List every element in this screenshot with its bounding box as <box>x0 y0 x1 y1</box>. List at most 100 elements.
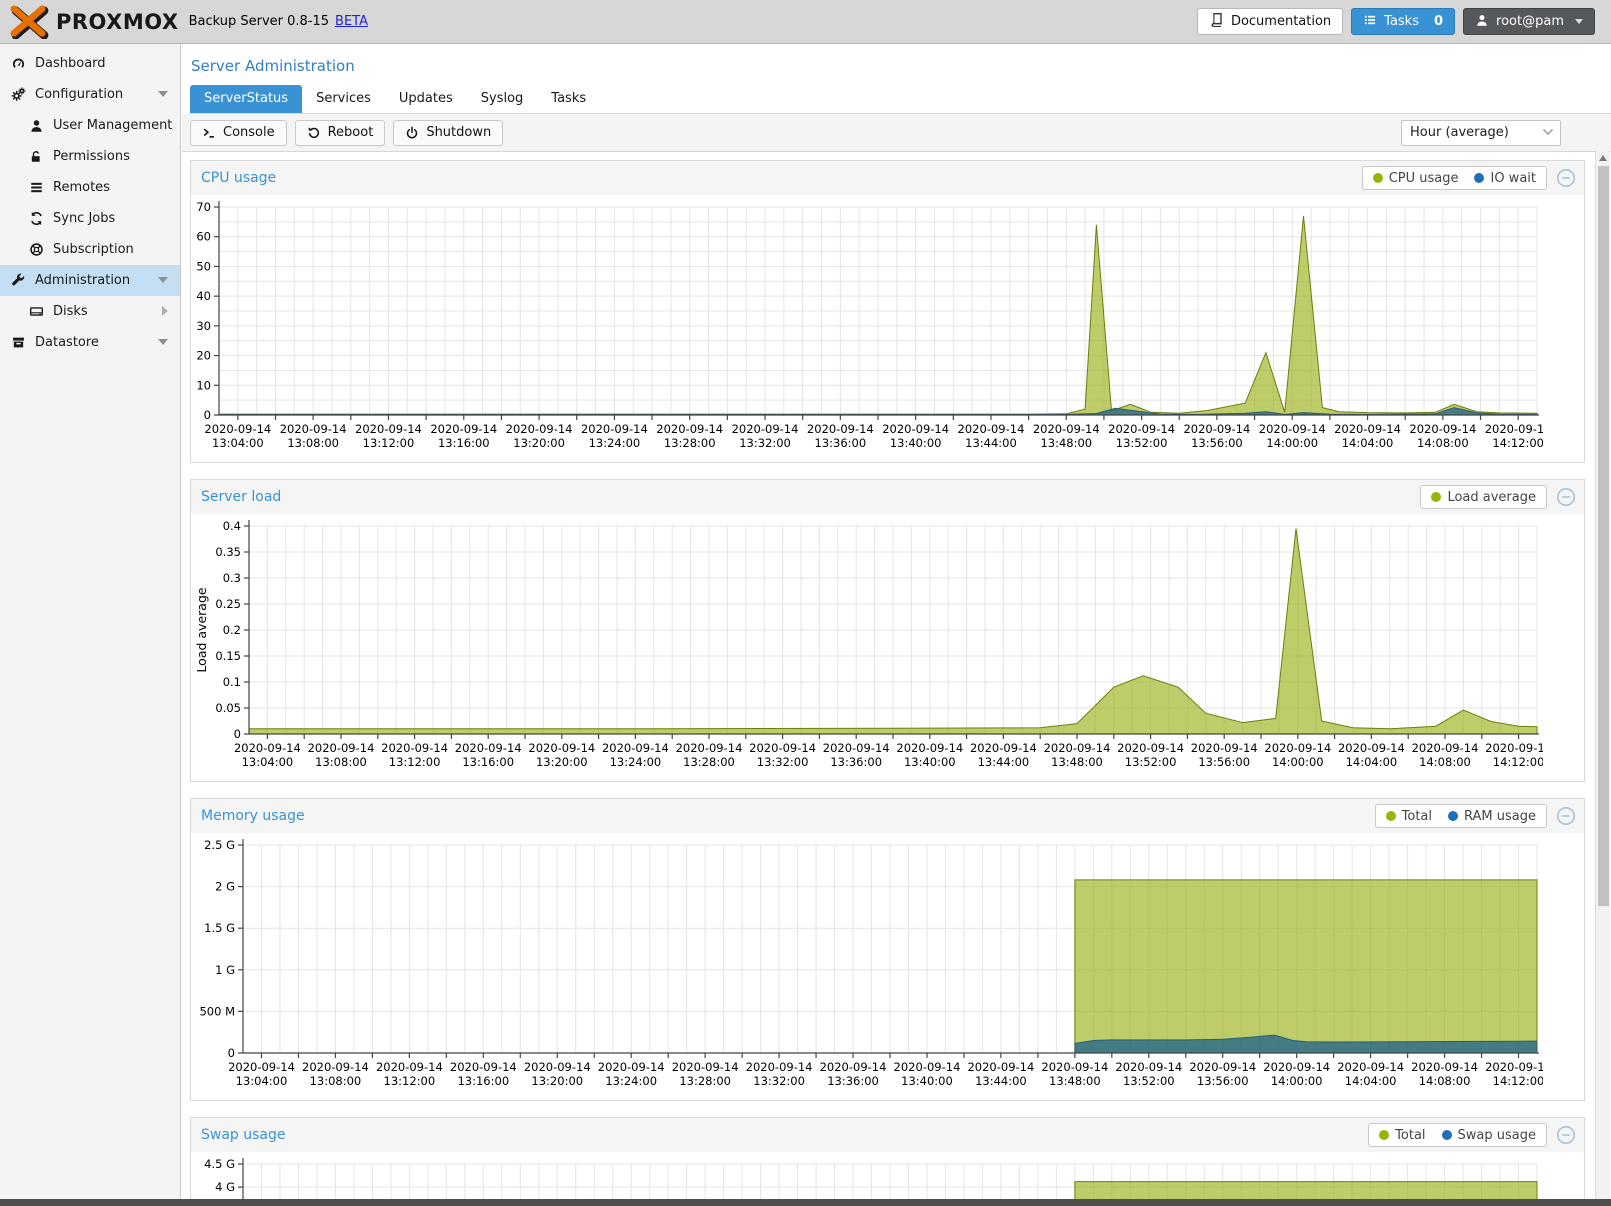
svg-text:2020-09-14: 2020-09-14 <box>1189 1060 1256 1074</box>
svg-text:2020-09-14: 2020-09-14 <box>204 422 271 436</box>
svg-text:2020-09-14: 2020-09-14 <box>1259 422 1326 436</box>
sidebar-item-sync-jobs[interactable]: Sync Jobs <box>0 203 180 234</box>
svg-text:2020-09-14: 2020-09-14 <box>749 741 816 755</box>
scrollbar-thumb[interactable] <box>1598 166 1609 906</box>
svg-text:13:04:00: 13:04:00 <box>212 436 264 450</box>
vertical-scrollbar[interactable] <box>1595 150 1610 1199</box>
svg-text:2020-09-14: 2020-09-14 <box>1183 422 1250 436</box>
chevron-right-icon[interactable] <box>162 306 168 316</box>
svg-text:13:24:00: 13:24:00 <box>589 436 641 450</box>
scroll-up-arrow-icon[interactable] <box>1599 155 1607 161</box>
svg-text:0.1: 0.1 <box>223 675 241 689</box>
sidebar-item-administration[interactable]: Administration <box>0 265 180 296</box>
tab-updates[interactable]: Updates <box>385 85 467 113</box>
disk-icon <box>28 304 45 319</box>
legend-item-load-average[interactable]: Load average <box>1431 490 1536 505</box>
svg-text:2020-09-14: 2020-09-14 <box>746 1060 813 1074</box>
legend-dot-icon <box>1431 492 1441 502</box>
panel-body: 0102030405060702020-09-1413:04:002020-09… <box>191 195 1584 462</box>
svg-text:2020-09-14: 2020-09-14 <box>894 1060 961 1074</box>
power-icon <box>405 126 419 140</box>
panel-title: Swap usage <box>201 1127 286 1143</box>
panel-memory-usage: Memory usageTotalRAM usage0500 M1 G1.5 G… <box>190 798 1585 1101</box>
tab-serverstatus[interactable]: ServerStatus <box>190 85 302 113</box>
reboot-button[interactable]: Reboot <box>295 120 386 146</box>
timeframe-select[interactable]: Hour (average) <box>1401 120 1561 146</box>
chevron-down-icon <box>1542 125 1554 140</box>
svg-text:13:56:00: 13:56:00 <box>1191 436 1243 450</box>
panel-header: CPU usageCPU usage IO wait <box>191 161 1584 195</box>
tasks-count-badge: 0 <box>1434 14 1443 29</box>
collapse-panel-button[interactable] <box>1556 806 1576 826</box>
legend-item-total[interactable]: Total <box>1379 1128 1425 1143</box>
console-button[interactable]: Console <box>190 120 287 146</box>
remotes-icon <box>28 180 45 195</box>
chevron-down-icon[interactable] <box>158 339 168 345</box>
svg-text:13:12:00: 13:12:00 <box>389 755 441 769</box>
tab-syslog[interactable]: Syslog <box>467 85 538 113</box>
svg-text:0: 0 <box>204 408 211 422</box>
svg-text:2020-09-14: 2020-09-14 <box>1263 1060 1330 1074</box>
legend-item-swap-usage[interactable]: Swap usage <box>1442 1128 1536 1143</box>
svg-text:20: 20 <box>196 349 211 363</box>
legend-item-io-wait[interactable]: IO wait <box>1474 171 1536 186</box>
sidebar-item-label: User Management <box>53 118 172 133</box>
main-area: Server Administration ServerStatusServic… <box>182 44 1611 1199</box>
svg-text:13:04:00: 13:04:00 <box>236 1074 288 1088</box>
svg-text:2020-09-14: 2020-09-14 <box>896 741 963 755</box>
chart-legend: CPU usage IO wait <box>1362 166 1547 190</box>
sidebar-item-label: Disks <box>53 304 88 319</box>
sidebar-item-user-management[interactable]: User Management <box>0 110 180 141</box>
legend-item-ram-usage[interactable]: RAM usage <box>1448 809 1536 824</box>
svg-text:13:12:00: 13:12:00 <box>363 436 415 450</box>
svg-text:14:12:00: 14:12:00 <box>1492 436 1543 450</box>
sidebar-item-disks[interactable]: Disks <box>0 296 180 327</box>
collapse-panel-button[interactable] <box>1556 1125 1576 1145</box>
sidebar-item-label: Configuration <box>35 87 123 102</box>
svg-text:14:00:00: 14:00:00 <box>1272 755 1324 769</box>
svg-text:2020-09-14: 2020-09-14 <box>450 1060 517 1074</box>
panel-body: 0500 M1 G1.5 G2 G2.5 G3 G3.5 G4 G4.5 G20… <box>191 1152 1584 1199</box>
panels-container: CPU usageCPU usageIO wait010203040506070… <box>182 152 1611 1199</box>
tasks-button[interactable]: Tasks 0 <box>1351 8 1455 35</box>
sidebar-item-dashboard[interactable]: Dashboard <box>0 48 180 79</box>
svg-text:2020-09-14: 2020-09-14 <box>430 422 497 436</box>
beta-link[interactable]: BETA <box>335 14 368 29</box>
documentation-button[interactable]: Documentation <box>1197 8 1343 35</box>
svg-text:13:32:00: 13:32:00 <box>739 436 791 450</box>
sidebar-item-configuration[interactable]: Configuration <box>0 79 180 110</box>
book-icon <box>1209 12 1224 31</box>
user-menu-button[interactable]: root@pam <box>1463 8 1595 35</box>
legend-item-total[interactable]: Total <box>1386 809 1432 824</box>
sidebar-item-datastore[interactable]: Datastore <box>0 327 180 358</box>
top-bar: PROXMOX Backup Server 0.8-15 BETA Docume… <box>0 0 1611 44</box>
collapse-panel-button[interactable] <box>1556 168 1576 188</box>
chevron-down-icon[interactable] <box>158 277 168 283</box>
chevron-down-icon[interactable] <box>158 91 168 97</box>
legend-dot-icon <box>1379 1130 1389 1140</box>
memory-usage-chart: 0500 M1 G1.5 G2 G2.5 G2020-09-1413:04:00… <box>193 835 1543 1098</box>
svg-text:13:24:00: 13:24:00 <box>605 1074 657 1088</box>
sidebar-item-remotes[interactable]: Remotes <box>0 172 180 203</box>
legend-dot-icon <box>1474 173 1484 183</box>
sidebar-item-subscription[interactable]: Subscription <box>0 234 180 265</box>
svg-text:13:24:00: 13:24:00 <box>610 755 662 769</box>
terminal-icon <box>202 126 216 140</box>
svg-text:2020-09-14: 2020-09-14 <box>455 741 522 755</box>
tab-services[interactable]: Services <box>302 85 385 113</box>
timeframe-value: Hour (average) <box>1410 125 1509 140</box>
svg-text:13:28:00: 13:28:00 <box>679 1074 731 1088</box>
legend-label: RAM usage <box>1464 809 1536 824</box>
svg-text:13:04:00: 13:04:00 <box>242 755 294 769</box>
brand-name: PROXMOX <box>56 10 179 34</box>
collapse-panel-button[interactable] <box>1556 487 1576 507</box>
svg-text:2020-09-14: 2020-09-14 <box>1409 422 1476 436</box>
legend-item-cpu-usage[interactable]: CPU usage <box>1373 171 1459 186</box>
svg-text:14:04:00: 14:04:00 <box>1342 436 1394 450</box>
svg-text:2020-09-14: 2020-09-14 <box>598 1060 665 1074</box>
shutdown-button[interactable]: Shutdown <box>393 120 503 146</box>
tab-tasks[interactable]: Tasks <box>537 85 600 113</box>
legend-dot-icon <box>1386 811 1396 821</box>
sidebar-item-permissions[interactable]: Permissions <box>0 141 180 172</box>
user-icon <box>28 118 45 133</box>
